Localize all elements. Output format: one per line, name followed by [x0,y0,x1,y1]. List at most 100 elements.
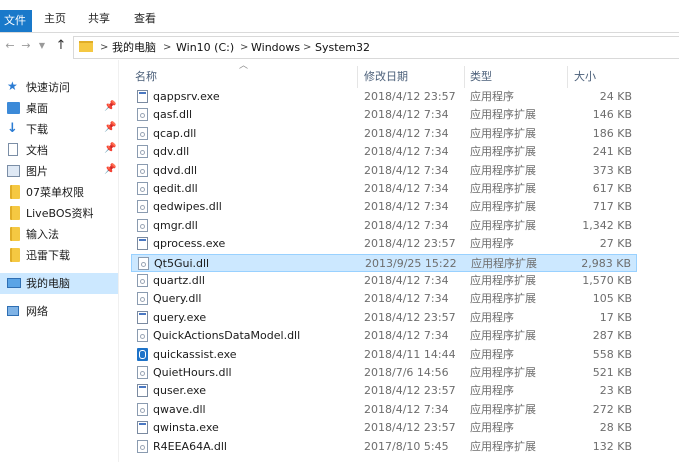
file-date: 2013/9/25 15:22 [365,256,457,270]
nav-label: 图片 [26,165,48,178]
file-date: 2018/4/12 7:34 [364,274,449,287]
file-row[interactable]: qcap.dll 2018/4/12 7:34 应用程序扩展 186 KB [131,125,637,143]
nav-item-folder-xunlei[interactable]: 迅雷下载 [0,245,118,266]
file-row[interactable]: qmgr.dll 2018/4/12 7:34 应用程序扩展 1,342 KB [131,217,637,235]
nav-item-documents[interactable]: 文档 📌 [0,140,118,161]
column-header-name[interactable]: 名称 [135,66,157,88]
column-divider[interactable] [464,66,465,88]
nav-label: 输入法 [26,228,59,241]
file-row[interactable]: qwinsta.exe 2018/4/12 23:57 应用程序 28 KB [131,419,637,437]
file-type: 应用程序 [470,237,514,251]
breadcrumb-separator[interactable]: > [240,37,248,58]
exe-file-icon [137,90,148,103]
file-type: 应用程序扩展 [470,108,536,122]
file-type: 应用程序扩展 [470,200,536,214]
arrow-right-icon[interactable]: → [19,39,33,53]
file-date: 2018/4/12 7:34 [364,108,449,122]
folder-icon [10,248,20,262]
pin-icon[interactable]: 📌 [104,122,116,133]
desktop-icon [7,102,20,114]
nav-item-folder-07[interactable]: 07菜单权限 [0,182,118,203]
file-row[interactable]: qedwipes.dll 2018/4/12 7:34 应用程序扩展 717 KB [131,198,637,216]
file-row[interactable]: Qt5Gui.dll 2013/9/25 15:22 应用程序扩展 2,983 KB [131,253,637,272]
nav-label: 文档 [26,144,48,157]
tab-view[interactable]: 查看 [126,8,164,30]
dll-file-icon [137,108,148,122]
nav-label: 07菜单权限 [26,186,84,199]
pane-divider[interactable] [118,60,119,462]
file-row[interactable]: QuietHours.dll 2018/7/6 14:56 应用程序扩展 521 KB [131,364,637,382]
picture-icon [7,165,20,177]
file-name: qwinsta.exe [153,421,219,435]
file-row[interactable]: qappsrv.exe 2018/4/12 23:57 应用程序 24 KB [131,88,637,106]
breadcrumb-separator[interactable]: > [100,37,108,58]
tab-home[interactable]: 主页 [36,8,74,30]
column-header-size[interactable]: 大小 [574,66,596,88]
file-name: query.exe [153,310,207,324]
file-type: 应用程序扩展 [470,274,536,287]
arrow-left-icon[interactable]: ← [3,39,17,53]
file-type: 应用程序扩展 [471,256,537,270]
breadcrumb-separator[interactable]: > [163,37,171,58]
dll-file-icon [137,145,148,159]
breadcrumb-system32[interactable]: System32 [315,37,370,58]
nav-label: 我的电脑 [26,277,70,290]
breadcrumb-my-computer[interactable]: 我的电脑 [112,37,156,58]
file-type: 应用程序 [470,90,514,103]
file-size: 105 KB [592,292,632,306]
file-row[interactable]: quartz.dll 2018/4/12 7:34 应用程序扩展 1,570 KB [131,272,637,290]
file-size: 132 KB [592,439,632,453]
file-row[interactable]: query.exe 2018/4/12 23:57 应用程序 17 KB [131,309,637,327]
nav-item-my-computer[interactable]: 我的电脑 [0,273,118,294]
breadcrumb-drive-c[interactable]: Win10 (C:) [176,37,234,58]
file-name: qappsrv.exe [153,90,220,103]
nav-label: 下载 [26,123,48,136]
file-row[interactable]: qedit.dll 2018/4/12 7:34 应用程序扩展 617 KB [131,180,637,198]
file-date: 2018/4/12 23:57 [364,237,456,251]
nav-item-pictures[interactable]: 图片 📌 [0,161,118,182]
tab-file[interactable]: 文件 [0,10,32,32]
chevron-down-icon[interactable]: ▼ [35,39,49,53]
nav-item-downloads[interactable]: ↓ 下载 📌 [0,119,118,140]
file-date: 2018/4/12 7:34 [364,145,449,159]
file-size: 17 KB [599,310,632,324]
column-divider[interactable] [357,66,358,88]
file-size: 146 KB [592,108,632,122]
file-row[interactable]: qasf.dll 2018/4/12 7:34 应用程序扩展 146 KB [131,106,637,124]
file-row[interactable]: qdvd.dll 2018/4/12 7:34 应用程序扩展 373 KB [131,162,637,180]
file-type: 应用程序扩展 [470,126,536,140]
file-name: quartz.dll [153,274,205,287]
file-type: 应用程序 [470,421,514,435]
file-row[interactable]: qdv.dll 2018/4/12 7:34 应用程序扩展 241 KB [131,143,637,161]
nav-item-desktop[interactable]: 桌面 📌 [0,98,118,119]
pin-icon[interactable]: 📌 [104,101,116,112]
file-date: 2018/4/12 23:57 [364,421,456,435]
sort-ascending-icon: ︿ [239,61,249,71]
breadcrumb-windows[interactable]: Windows [251,37,300,58]
nav-item-folder-livebos[interactable]: LiveBOS资料 [0,203,118,224]
nav-label: 快速访问 [26,81,70,94]
file-name: QuickActionsDataModel.dll [153,329,301,343]
breadcrumb-separator[interactable]: > [303,37,311,58]
nav-item-folder-ime[interactable]: 输入法 [0,224,118,245]
file-row[interactable]: qprocess.exe 2018/4/12 23:57 应用程序 27 KB [131,235,637,253]
column-header-date[interactable]: 修改日期 [364,66,408,88]
tab-share[interactable]: 共享 [80,8,118,30]
pin-icon[interactable]: 📌 [104,164,116,175]
arrow-up-icon[interactable]: ↑ [54,39,68,53]
folder-icon [79,41,93,52]
file-date: 2018/4/12 7:34 [364,402,449,416]
address-bar[interactable]: > 我的电脑 > Win10 (C:) > Windows > System32 [73,36,679,59]
pin-icon[interactable]: 📌 [104,143,116,154]
file-row[interactable]: quser.exe 2018/4/12 23:57 应用程序 23 KB [131,382,637,400]
nav-item-network[interactable]: 网络 [0,301,118,322]
column-divider[interactable] [567,66,568,88]
file-row[interactable]: QuickActionsDataModel.dll 2018/4/12 7:34 应… [131,327,637,345]
nav-item-quick-access[interactable]: ★ 快速访问 [0,77,118,98]
file-row[interactable]: R4EEA64A.dll 2017/8/10 5:45 应用程序扩展 132 KB [131,438,637,456]
file-row[interactable]: qwave.dll 2018/4/12 7:34 应用程序扩展 272 KB [131,401,637,419]
column-header-type[interactable]: 类型 [470,66,492,88]
dll-file-icon [137,163,148,177]
file-row[interactable]: quickassist.exe 2018/4/11 14:44 应用程序 558 KB [131,346,637,364]
file-row[interactable]: Query.dll 2018/4/12 7:34 应用程序扩展 105 KB [131,290,637,308]
